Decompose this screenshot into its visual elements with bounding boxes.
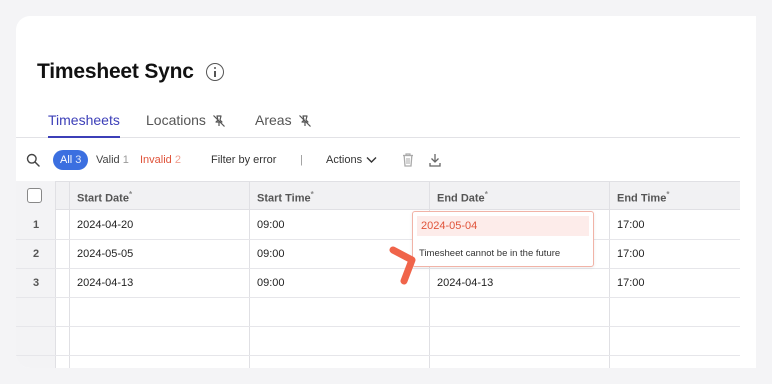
filter-all-button[interactable]: All 3 [53,150,89,170]
column-header-start-date[interactable]: Start Date* [77,190,132,205]
cell-start-date[interactable]: 2024-04-13 [77,277,133,289]
toolbar: All 3 Valid 1 Invalid 2 Filter by error … [16,148,756,172]
cell-end-time[interactable]: 17:00 [617,248,645,260]
select-all-checkbox[interactable] [27,188,42,203]
invalid-cell-value[interactable]: 2024-05-04 [417,216,589,236]
row-number: 3 [32,277,40,289]
cell-start-time[interactable]: 09:00 [257,277,285,289]
row-gutter-column [56,181,70,368]
required-marker: * [128,190,133,199]
row-divider [16,297,756,298]
required-marker: * [666,190,670,199]
row-number-column [16,181,56,368]
info-icon[interactable] [206,63,224,81]
cell-end-time[interactable]: 17:00 [617,277,645,289]
toolbar-separator: | [300,154,303,166]
column-divider [249,181,250,368]
column-header-label: End Time [617,192,667,205]
column-divider [429,181,430,368]
chevron-down-icon [366,157,377,163]
timesheet-sync-panel: Timesheet Sync Timesheets Locations Area… [16,16,756,368]
column-header-end-time[interactable]: End Time* [617,190,669,205]
cell-end-date[interactable]: 2024-04-13 [437,277,493,289]
filter-valid-count: 1 [122,154,129,166]
column-header-label: End Date [437,192,485,205]
cell-start-date[interactable]: 2024-04-20 [77,219,133,231]
cell-start-date[interactable]: 2024-05-05 [77,248,133,260]
validation-error-message: Timesheet cannot be in the future [419,248,561,259]
filter-invalid-label: Invalid [140,154,172,166]
row-divider [16,239,756,240]
tab-locations[interactable]: Locations [146,112,226,138]
filter-invalid-button[interactable]: Invalid 2 [140,154,181,166]
actions-menu-button[interactable]: Actions [326,154,377,166]
column-header-label: Start Date [77,192,129,205]
required-marker: * [484,190,488,199]
pin-off-icon [213,115,225,127]
row-divider [16,268,756,269]
filter-invalid-count: 2 [174,154,181,166]
annotation-arrow-icon [389,246,416,285]
row-divider [16,326,756,327]
row-divider [16,355,756,356]
tab-label: Locations [146,112,206,128]
panel-edge [740,16,756,368]
tab-label: Timesheets [48,112,120,128]
required-marker: * [310,190,314,199]
column-divider [609,181,610,368]
row-number: 1 [32,219,40,231]
filter-all-count: 3 [75,154,82,166]
trash-icon[interactable] [401,152,415,168]
cell-end-time[interactable]: 17:00 [617,219,645,231]
column-header-start-time[interactable]: Start Time* [257,190,314,205]
row-number: 2 [32,248,40,260]
cell-start-time[interactable]: 09:00 [257,219,285,231]
cell-start-time[interactable]: 09:00 [257,248,285,260]
column-header-end-date[interactable]: End Date* [437,190,488,205]
invalid-cell-editor[interactable]: 2024-05-04 Timesheet cannot be in the fu… [412,211,594,267]
tab-areas[interactable]: Areas [255,112,312,138]
filter-all-label: All [60,154,73,166]
pin-off-icon [298,115,311,127]
filter-valid-button[interactable]: Valid 1 [96,154,129,166]
column-header-label: Start Time [257,192,311,205]
search-icon[interactable] [26,153,40,167]
data-grid: Start Date* Start Time* End Date* End Ti… [16,181,756,368]
actions-label: Actions [326,154,363,166]
download-icon[interactable] [428,152,442,168]
tab-timesheets[interactable]: Timesheets [48,112,120,138]
tab-label: Areas [255,112,292,128]
tab-bar: Timesheets Locations Areas [16,110,756,138]
filter-valid-label: Valid [96,154,120,166]
page-title: Timesheet Sync [37,60,194,83]
filter-by-error-button[interactable]: Filter by error [211,154,276,166]
